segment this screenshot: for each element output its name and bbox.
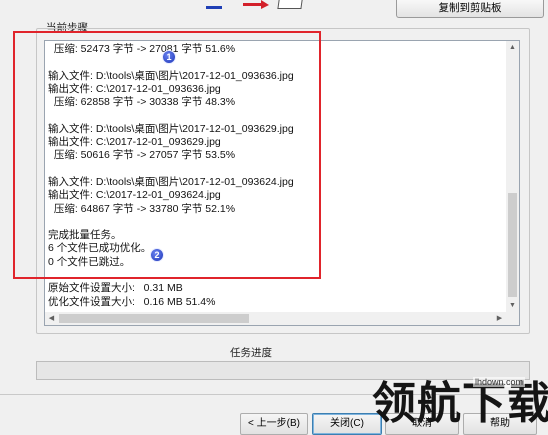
- vertical-scroll-thumb[interactable]: [508, 193, 517, 297]
- red-arrow-icon[interactable]: [243, 0, 269, 9]
- annotation-badge-2: 2: [150, 248, 164, 262]
- log-line: 原始文件设置大小: 0.31 MB: [48, 282, 183, 295]
- blue-page-icon[interactable]: [206, 0, 222, 9]
- vertical-scrollbar[interactable]: ▲ ▼: [506, 41, 519, 312]
- scroll-up-icon[interactable]: ▲: [506, 41, 519, 54]
- copy-to-clipboard-button[interactable]: 复制到剪贴板: [396, 0, 544, 18]
- horizontal-scroll-thumb[interactable]: [59, 314, 249, 323]
- scroll-down-icon[interactable]: ▼: [506, 299, 519, 312]
- annotation-badge-1: 1: [162, 50, 176, 64]
- watermark-domain: lhdown.com: [473, 377, 526, 387]
- log-line: 优化文件设置大小: 0.16 MB 51.4%: [48, 295, 216, 308]
- document-icon[interactable]: [277, 0, 303, 9]
- previous-step-button[interactable]: < 上一步(B): [240, 413, 308, 435]
- horizontal-scrollbar[interactable]: ◀ ▶: [45, 312, 506, 325]
- scrollbar-corner: [506, 312, 519, 325]
- scroll-right-icon[interactable]: ▶: [493, 312, 506, 325]
- task-progress-label: 任务进度: [230, 347, 272, 359]
- scroll-left-icon[interactable]: ◀: [45, 312, 58, 325]
- red-highlight-box: [13, 31, 321, 279]
